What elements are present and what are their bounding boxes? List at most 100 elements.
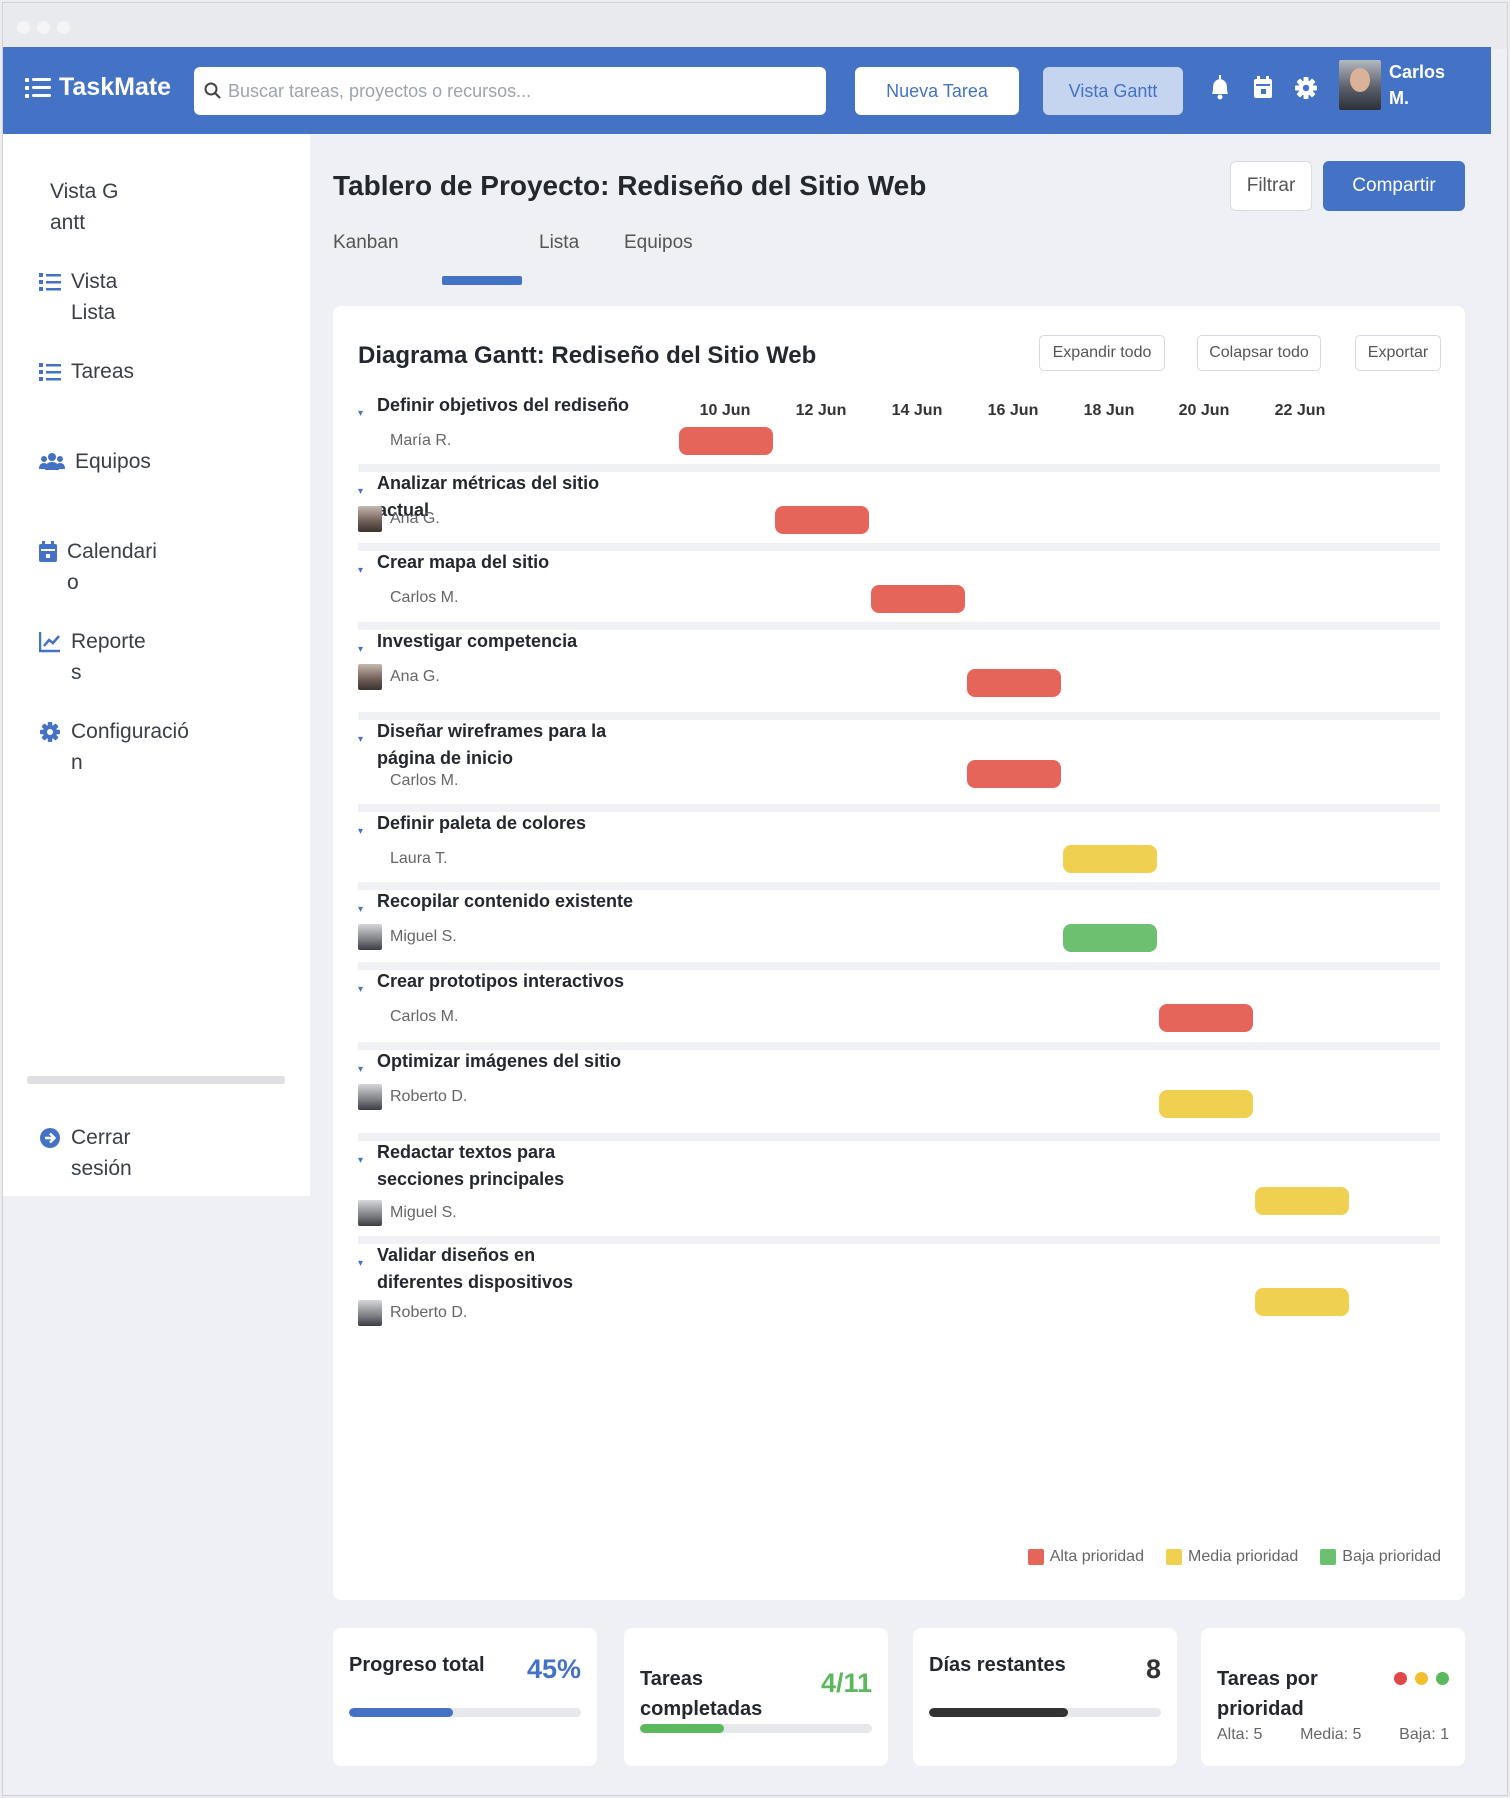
sidebar-item-label: Equipos xyxy=(75,450,151,473)
chart-icon xyxy=(39,632,60,653)
progress-bar xyxy=(349,1708,581,1717)
share-button[interactable]: Compartir xyxy=(1323,161,1465,211)
brand[interactable]: TaskMate xyxy=(25,73,171,102)
gantt-row[interactable]: ▾ Validar diseños en diferentes dispositi… xyxy=(358,1242,1440,1342)
top-header: TaskMate Nueva Tarea Vista Gantt xyxy=(3,47,1491,134)
expand-caret-icon[interactable]: ▾ xyxy=(358,486,363,497)
gantt-row[interactable]: ▾ Recopilar contenido existente Miguel S. xyxy=(358,888,1440,970)
gantt-row[interactable]: ▾ Definir paleta de colores Laura T. xyxy=(358,810,1440,890)
gantt-row[interactable]: ▾ Redactar textos para secciones principa… xyxy=(358,1139,1440,1244)
sidebar-item-vista-gantt[interactable]: Vista Gantt xyxy=(50,176,120,238)
task-assignee: Roberto D. xyxy=(390,1088,468,1105)
sidebar-item-label: Configuración xyxy=(71,720,189,774)
gear-icon[interactable] xyxy=(1294,75,1318,101)
tab-lista[interactable]: Lista xyxy=(539,232,579,254)
assignee-avatar xyxy=(358,1084,382,1110)
priority-legend: Alta prioridad Media prioridad Baja prio… xyxy=(1027,1548,1441,1566)
task-bar[interactable] xyxy=(1063,845,1157,873)
expand-caret-icon[interactable]: ▾ xyxy=(358,734,363,745)
gantt-row[interactable]: ▾ Investigar competencia Ana G. xyxy=(358,628,1440,720)
task-name: Investigar competencia xyxy=(377,631,578,651)
expand-caret-icon[interactable]: ▾ xyxy=(358,826,363,837)
task-bar[interactable] xyxy=(679,427,773,455)
task-bar[interactable] xyxy=(967,669,1061,697)
gantt-row[interactable]: ▾ Diseñar wireframes para la página de in… xyxy=(358,718,1440,812)
gantt-view-button[interactable]: Vista Gantt xyxy=(1043,67,1183,115)
window-minimize-dot[interactable] xyxy=(37,21,50,34)
search-input[interactable] xyxy=(228,80,818,102)
task-bar[interactable] xyxy=(1159,1090,1253,1118)
task-assignee: Roberto D. xyxy=(390,1304,468,1321)
task-bar[interactable] xyxy=(1255,1288,1349,1316)
expand-caret-icon[interactable]: ▾ xyxy=(358,1064,363,1075)
expand-caret-icon[interactable]: ▾ xyxy=(358,1155,363,1166)
sidebar-item-reportes[interactable]: Reportes xyxy=(39,626,146,688)
expand-caret-icon[interactable]: ▾ xyxy=(358,1258,363,1269)
logout-icon xyxy=(40,1128,60,1148)
task-name: Validar diseños en diferentes dispositiv… xyxy=(377,1245,574,1292)
task-bar[interactable] xyxy=(775,506,869,534)
sidebar-item-label: Reportes xyxy=(71,630,146,684)
gantt-row[interactable]: ▾ Crear prototipos interactivos Carlos M. xyxy=(358,968,1440,1050)
search-box[interactable] xyxy=(194,67,826,115)
assignee-avatar xyxy=(358,924,382,950)
progress-fill xyxy=(349,1708,454,1717)
tab-equipos[interactable]: Equipos xyxy=(624,232,693,254)
gantt-card: Diagrama Gantt: Rediseño del Sitio Web E… xyxy=(333,306,1465,1600)
filter-button[interactable]: Filtrar xyxy=(1230,161,1312,211)
task-bar[interactable] xyxy=(1255,1187,1349,1215)
calendar-icon[interactable] xyxy=(1251,75,1275,101)
window-close-dot[interactable] xyxy=(17,21,30,34)
media-dot xyxy=(1415,1672,1428,1685)
stat-title: Tareas por prioridad xyxy=(1217,1668,1318,1720)
task-assignee: Carlos M. xyxy=(390,589,459,606)
sidebar-item-label: Calendario xyxy=(67,540,157,594)
task-assignee: Miguel S. xyxy=(390,1204,457,1221)
sidebar-item-configuracion[interactable]: Configuración xyxy=(39,716,189,778)
stat-value: 45% xyxy=(526,1654,581,1684)
search-icon xyxy=(204,82,221,99)
sidebar-item-label: Vista Lista xyxy=(71,270,118,324)
logout-button[interactable]: Cerrar sesión xyxy=(39,1122,141,1184)
task-assignee: Carlos M. xyxy=(390,772,459,789)
sidebar-item-calendario[interactable]: Calendario xyxy=(39,536,157,598)
expand-caret-icon[interactable]: ▾ xyxy=(358,644,363,655)
task-assignee: María R. xyxy=(390,432,452,449)
sidebar-item-equipos[interactable]: Equipos xyxy=(39,446,205,477)
assignee-avatar xyxy=(358,506,382,532)
menu-icon[interactable] xyxy=(25,77,51,99)
expand-all-button[interactable]: Expandir todo xyxy=(1039,335,1165,371)
gantt-row[interactable]: ▾ Optimizar imágenes del sitio Roberto D. xyxy=(358,1048,1440,1141)
window-maximize-dot[interactable] xyxy=(57,21,70,34)
export-button[interactable]: Exportar xyxy=(1355,335,1441,371)
progress-fill xyxy=(929,1708,1069,1717)
gantt-row[interactable]: ▾ Analizar métricas del sitio actual Ana G… xyxy=(358,470,1440,551)
task-bar[interactable] xyxy=(871,585,965,613)
avatar[interactable] xyxy=(1339,60,1381,110)
task-name: Crear mapa del sitio xyxy=(377,552,550,572)
expand-caret-icon[interactable]: ▾ xyxy=(358,565,363,576)
tab-kanban[interactable]: Kanban xyxy=(333,232,399,254)
collapse-all-button[interactable]: Colapsar todo xyxy=(1197,335,1321,371)
title-bar xyxy=(3,3,1507,49)
expand-caret-icon[interactable]: ▾ xyxy=(358,984,363,995)
task-name: Definir objetivos del rediseño xyxy=(377,395,630,415)
user-menu[interactable]: Carlos M. xyxy=(1339,59,1459,111)
task-bar[interactable] xyxy=(967,760,1061,788)
sidebar-item-tareas[interactable]: Tareas xyxy=(39,356,201,387)
gantt-row[interactable]: ▾ Definir objetivos del rediseño María R. xyxy=(358,392,1440,472)
expand-caret-icon[interactable]: ▾ xyxy=(358,408,363,419)
new-task-button[interactable]: Nueva Tarea xyxy=(855,67,1019,115)
sidebar-item-label: Vista Gantt xyxy=(50,180,119,234)
expand-caret-icon[interactable]: ▾ xyxy=(358,904,363,915)
gantt-row[interactable]: ▾ Crear mapa del sitio Carlos M. xyxy=(358,549,1440,630)
count-media: Media: 5 xyxy=(1300,1726,1362,1743)
sidebar-divider xyxy=(27,1076,285,1084)
task-bar[interactable] xyxy=(1159,1004,1253,1032)
legend-swatch xyxy=(1320,1549,1337,1565)
sidebar-item-vista-lista[interactable]: Vista Lista xyxy=(39,266,131,328)
legend-label: Baja prioridad xyxy=(1342,1548,1441,1565)
count-baja: Baja: 1 xyxy=(1399,1726,1449,1743)
task-bar[interactable] xyxy=(1063,924,1157,952)
bell-icon[interactable] xyxy=(1208,75,1232,101)
